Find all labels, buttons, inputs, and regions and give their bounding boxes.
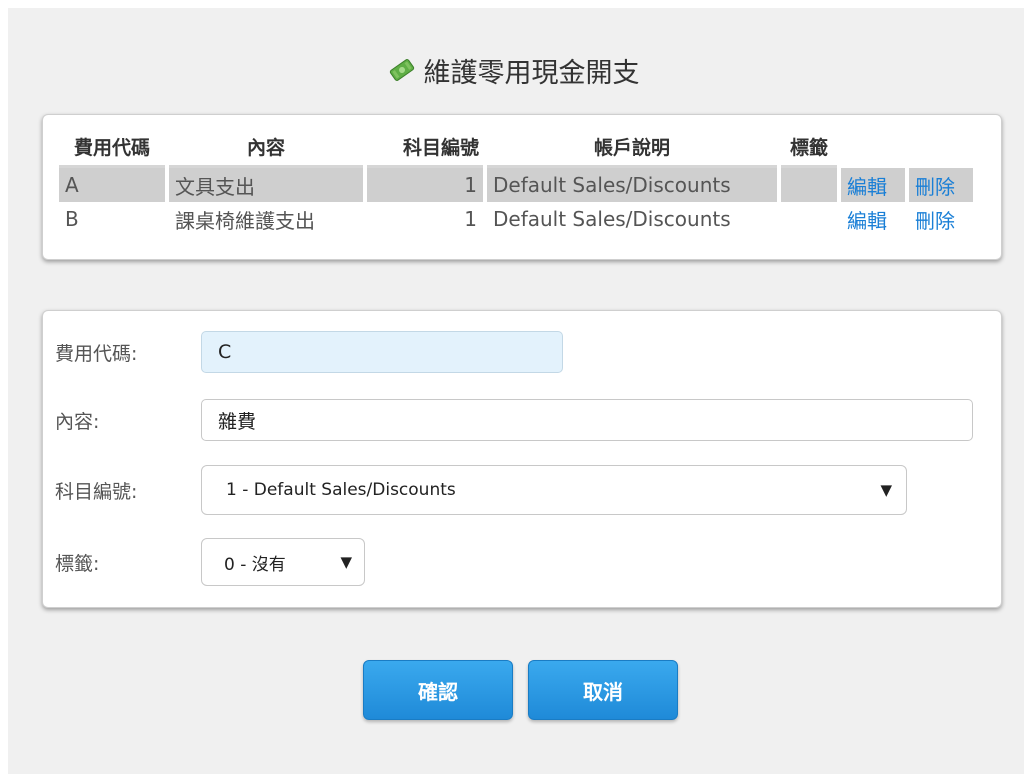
header-description: 內容 — [169, 129, 363, 168]
description-input[interactable]: 雜費 — [201, 399, 973, 441]
cell-account-desc: Default Sales/Discounts — [493, 207, 731, 231]
header-code: 費用代碼 — [59, 129, 165, 168]
cell-account-no: 1 — [464, 207, 477, 231]
confirm-button[interactable]: 確認 — [363, 660, 513, 720]
header-delete-spacer — [909, 129, 973, 168]
cancel-button[interactable]: 取消 — [528, 660, 678, 720]
delete-link[interactable]: 刪除 — [915, 209, 955, 233]
tag-label: 標籤: — [55, 552, 100, 575]
form-row-code: 費用代碼: C — [55, 331, 563, 373]
code-label: 費用代碼: — [55, 342, 138, 365]
description-label: 內容: — [55, 410, 100, 433]
account-select[interactable]: 1 - Default Sales/Discounts ▼ — [201, 465, 907, 515]
cell-account-desc: Default Sales/Discounts — [487, 168, 777, 202]
tag-select-value: 0 - 沒有 — [224, 554, 286, 575]
dropdown-arrow-icon: ▼ — [880, 481, 892, 499]
edit-link-cell: 編輯 — [841, 168, 905, 202]
edit-link[interactable]: 編輯 — [847, 209, 887, 233]
cash-money-icon — [388, 56, 416, 84]
cell-description: 課桌椅維護支出 — [175, 208, 315, 233]
dropdown-arrow-icon: ▼ — [340, 553, 352, 571]
header-edit-spacer — [841, 129, 905, 168]
header-account-no: 科目編號 — [367, 129, 483, 168]
fee-table: 費用代碼 內容 科目編號 帳戶說明 標籤 A 文具支出 1 Default Sa… — [55, 129, 977, 236]
header-account-desc: 帳戶說明 — [487, 129, 777, 168]
edit-link-cell: 編輯 — [841, 202, 905, 236]
delete-link-cell: 刪除 — [909, 168, 973, 202]
account-label: 科目編號: — [55, 480, 138, 503]
cell-code: B — [65, 207, 79, 231]
table-header-row: 費用代碼 內容 科目編號 帳戶說明 標籤 — [59, 129, 973, 168]
edit-link[interactable]: 編輯 — [847, 175, 887, 199]
cell-tag — [781, 202, 837, 236]
cell-code: A — [59, 168, 165, 202]
delete-link-cell: 刪除 — [909, 202, 973, 236]
cell-account-no: 1 — [367, 168, 483, 202]
header-tag: 標籤 — [781, 129, 837, 168]
form-row-tag: 標籤: 0 - 沒有 ▼ — [55, 538, 365, 586]
cell-description: 文具支出 — [169, 168, 363, 202]
top-strip — [817, 0, 1027, 8]
table-row[interactable]: B 課桌椅維護支出 1 Default Sales/Discounts 編輯 刪… — [59, 202, 973, 236]
page-header: 維護零用現金開支 — [0, 46, 1027, 94]
account-select-value: 1 - Default Sales/Discounts — [226, 480, 456, 500]
delete-link[interactable]: 刪除 — [915, 175, 955, 199]
table-row[interactable]: A 文具支出 1 Default Sales/Discounts 編輯 刪除 — [59, 168, 973, 202]
fee-list-panel: 費用代碼 內容 科目編號 帳戶說明 標籤 A 文具支出 1 Default Sa… — [42, 114, 1002, 260]
form-row-description: 內容: 雜費 — [55, 399, 973, 441]
code-input[interactable]: C — [201, 331, 563, 373]
tag-select[interactable]: 0 - 沒有 ▼ — [201, 538, 365, 586]
cell-tag — [781, 168, 837, 202]
form-row-account: 科目編號: 1 - Default Sales/Discounts ▼ — [55, 465, 907, 515]
fee-form-panel: 費用代碼: C 內容: 雜費 科目編號: 1 - Default Sales/D… — [42, 310, 1002, 608]
page-title: 維護零用現金開支 — [423, 57, 640, 89]
